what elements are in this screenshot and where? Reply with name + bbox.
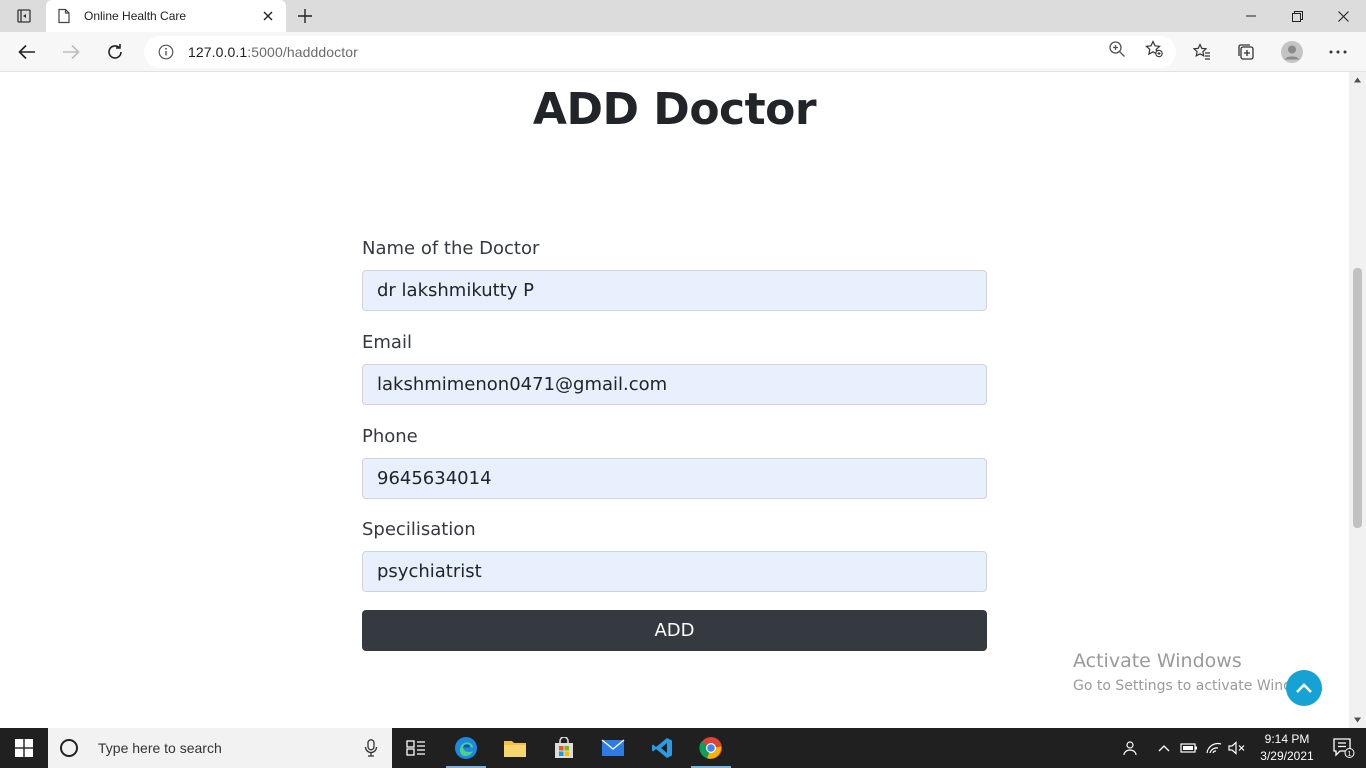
scrollbar-thumb[interactable] (1353, 268, 1362, 528)
mail-icon[interactable] (589, 728, 637, 768)
collections-icon[interactable] (1231, 38, 1261, 66)
page-scrollbar[interactable] (1349, 72, 1366, 728)
page-viewport: ADD Doctor Name of the Doctor dr lakshmi… (0, 72, 1366, 728)
more-options-icon[interactable] (1323, 38, 1353, 66)
address-bar[interactable]: 127.0.0.1:5000/hadddoctor (144, 36, 1176, 68)
chevron-up-tray-icon[interactable] (1154, 728, 1174, 768)
doctor-name-input[interactable]: dr lakshmikutty P (362, 270, 987, 311)
url-text: 127.0.0.1:5000/hadddoctor (188, 44, 358, 60)
volume-muted-icon[interactable] (1226, 728, 1248, 768)
url-host: 127.0.0.1 (188, 44, 248, 60)
browser-tab-strip: Online Health Care (0, 0, 1366, 32)
specialisation-label: Specilisation (362, 519, 476, 540)
specialisation-input[interactable]: psychiatrist (362, 551, 987, 592)
taskbar-clock[interactable]: 9:14 PM 3/29/2021 (1252, 731, 1322, 765)
minimize-icon[interactable] (1228, 0, 1274, 32)
notification-count-badge: 1 (1347, 749, 1351, 758)
browser-toolbar: 127.0.0.1:5000/hadddoctor (0, 32, 1366, 72)
tab-actions-icon[interactable] (8, 6, 40, 26)
url-path: :5000/hadddoctor (247, 44, 358, 60)
page-icon (58, 8, 70, 24)
taskbar-search-placeholder: Type here to search (98, 740, 222, 756)
add-favorite-icon[interactable] (1145, 40, 1163, 58)
email-label: Email (362, 332, 412, 353)
close-window-icon[interactable] (1320, 0, 1366, 32)
scroll-down-arrow-icon[interactable] (1353, 716, 1362, 724)
task-view-icon[interactable] (392, 728, 440, 768)
vscode-icon[interactable] (638, 728, 686, 768)
chrome-icon[interactable] (687, 728, 735, 768)
forward-icon[interactable] (56, 38, 86, 66)
file-explorer-icon[interactable] (491, 728, 539, 768)
scroll-to-top-button[interactable] (1286, 670, 1322, 706)
windows-taskbar: Type here to search 9:14 PM 3/29/2021 1 (0, 728, 1366, 768)
restore-icon[interactable] (1274, 0, 1320, 32)
phone-input[interactable]: 9645634014 (362, 458, 987, 499)
notifications-icon[interactable]: 1 (1322, 728, 1366, 768)
refresh-icon[interactable] (100, 38, 130, 66)
chevron-up-icon (1296, 683, 1312, 693)
edge-app-icon[interactable] (442, 728, 490, 768)
scroll-up-arrow-icon[interactable] (1353, 76, 1362, 84)
tab-title: Online Health Care (84, 9, 187, 23)
close-tab-icon[interactable] (260, 8, 276, 24)
watermark-line-1: Activate Windows (1073, 650, 1242, 672)
windows-start-icon[interactable] (0, 728, 48, 768)
new-tab-icon[interactable] (294, 6, 316, 26)
people-icon[interactable] (1116, 728, 1142, 768)
profile-avatar[interactable] (1277, 38, 1307, 66)
favorites-icon[interactable] (1187, 38, 1217, 66)
clock-time: 9:14 PM (1264, 732, 1310, 746)
microphone-icon[interactable] (364, 739, 378, 757)
add-doctor-button[interactable]: ADD (362, 610, 987, 651)
taskbar-search[interactable]: Type here to search (48, 728, 392, 768)
battery-icon[interactable] (1178, 728, 1200, 768)
site-info-icon[interactable] (158, 44, 174, 60)
phone-label: Phone (362, 426, 418, 447)
back-icon[interactable] (12, 38, 42, 66)
network-icon[interactable] (1203, 728, 1225, 768)
doctor-name-label: Name of the Doctor (362, 238, 540, 259)
page-title: ADD Doctor (532, 84, 817, 135)
email-input[interactable]: lakshmimenon0471@gmail.com (362, 364, 987, 405)
store-icon[interactable] (540, 728, 588, 768)
clock-date: 3/29/2021 (1260, 749, 1314, 763)
browser-tab[interactable]: Online Health Care (46, 0, 286, 32)
search-icon (60, 739, 78, 757)
zoom-icon[interactable] (1108, 40, 1126, 58)
